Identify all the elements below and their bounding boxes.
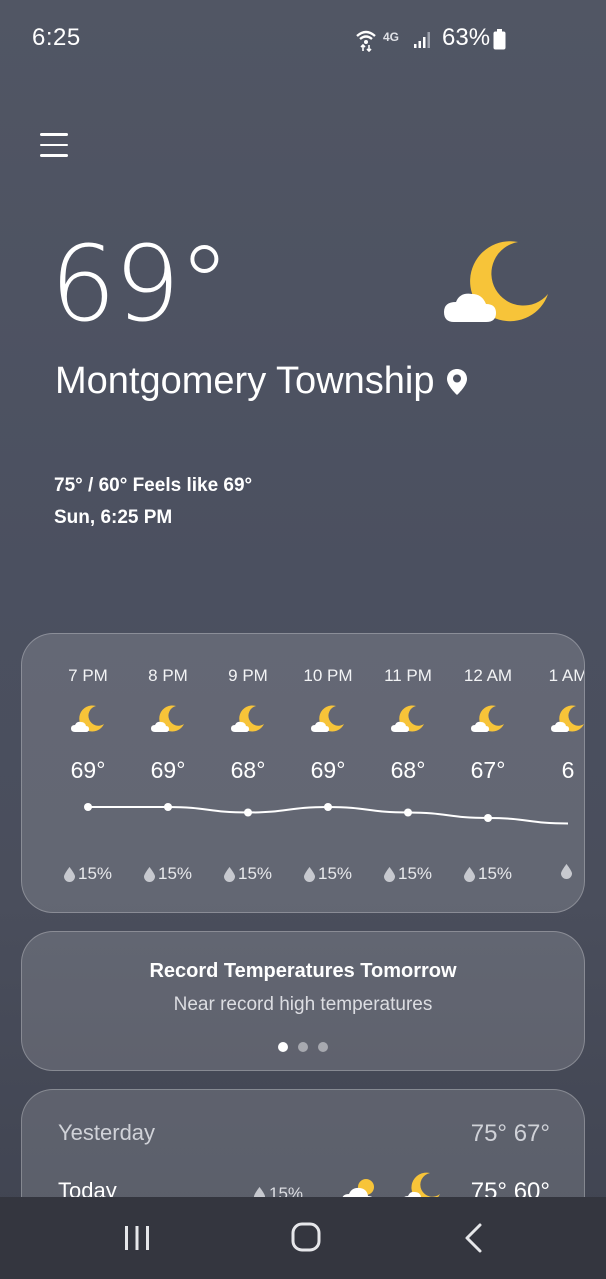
signal-icon bbox=[414, 32, 430, 48]
day-temps: 75° 67° bbox=[470, 1120, 550, 1147]
battery-icon bbox=[493, 29, 506, 50]
night-partly-cloudy-icon bbox=[391, 705, 424, 732]
status-time: 6:25 bbox=[32, 24, 81, 51]
page-dot-active bbox=[278, 1042, 288, 1052]
temperature-point bbox=[404, 808, 412, 817]
daily-row-yesterday[interactable]: Yesterday 75° 67° bbox=[22, 1120, 584, 1164]
network-4g-icon: 4G bbox=[383, 30, 400, 44]
raindrop-icon bbox=[143, 866, 155, 882]
hour-temp: 67° bbox=[470, 757, 506, 783]
hour-precip-value: 15% bbox=[157, 864, 193, 883]
hourly-forecast-card[interactable]: 7 PM 69° 15% 8 PM 69° 15% 9 PM 68° 15% 1… bbox=[21, 633, 585, 913]
status-bar: 6:25 4G 63% bbox=[0, 0, 606, 80]
hour-precip: 15% bbox=[48, 864, 128, 884]
hour-time: 11 PM bbox=[384, 666, 432, 685]
hour-temp: 69° bbox=[70, 757, 106, 783]
temperature-point bbox=[244, 808, 252, 817]
night-partly-cloudy-icon bbox=[551, 705, 584, 732]
system-navigation-bar bbox=[0, 1197, 606, 1279]
night-partly-cloudy-icon bbox=[444, 241, 548, 322]
temperature-point bbox=[324, 803, 332, 811]
hour-time: 12 AM bbox=[463, 666, 513, 685]
night-partly-cloudy-icon bbox=[71, 705, 104, 732]
raindrop-icon bbox=[383, 866, 395, 882]
wifi-icon bbox=[356, 30, 376, 52]
temperature-line bbox=[88, 805, 569, 825]
hour-temp: 69° bbox=[310, 757, 346, 783]
raindrop-icon bbox=[303, 866, 315, 882]
night-partly-cloudy-icon bbox=[471, 705, 504, 732]
page-dot bbox=[318, 1042, 328, 1052]
record-temperatures-card[interactable]: Record Temperatures Tomorrow Near record… bbox=[21, 931, 585, 1071]
hi-lo-feels-like: 75° / 60° Feels like 69° bbox=[54, 475, 253, 496]
hour-time: 10 PM bbox=[303, 666, 353, 685]
hour-precip: 15% bbox=[368, 864, 448, 884]
hour-precip-value: 15% bbox=[397, 864, 433, 883]
day-name: Yesterday bbox=[58, 1120, 156, 1145]
raindrop-icon bbox=[561, 864, 572, 879]
record-subtitle: Near record high temperatures bbox=[173, 994, 433, 1015]
back-icon[interactable] bbox=[462, 1222, 486, 1254]
temperature-point bbox=[84, 803, 92, 811]
recent-apps-icon[interactable] bbox=[122, 1223, 152, 1253]
location-pin-icon bbox=[447, 368, 468, 395]
location-row[interactable]: Montgomery Township bbox=[55, 360, 468, 403]
page-dot bbox=[298, 1042, 308, 1052]
current-temperature: 69° bbox=[50, 223, 230, 345]
current-summary: 75° / 60° Feels like 69° Sun, 6:25 PM bbox=[54, 470, 252, 534]
page-indicator bbox=[22, 1042, 584, 1052]
hour-precip bbox=[528, 864, 584, 879]
night-partly-cloudy-icon bbox=[151, 705, 184, 732]
hour-temp: 69° bbox=[150, 757, 186, 783]
hour-precip-value: 15% bbox=[317, 864, 353, 883]
hour-precip: 15% bbox=[128, 864, 208, 884]
hour-time: 8 PM bbox=[148, 666, 188, 685]
night-partly-cloudy-icon bbox=[231, 705, 264, 732]
home-icon[interactable] bbox=[290, 1221, 322, 1253]
record-title: Record Temperatures Tomorrow bbox=[149, 960, 457, 982]
temperature-point bbox=[484, 814, 492, 822]
temperature-point bbox=[164, 803, 172, 811]
raindrop-icon bbox=[223, 866, 235, 882]
hour-precip-value: 15% bbox=[237, 864, 273, 883]
hour-time: 9 PM bbox=[228, 666, 268, 685]
hour-precip: 15% bbox=[208, 864, 288, 884]
raindrop-icon bbox=[463, 866, 475, 882]
hour-precip: 15% bbox=[288, 864, 368, 884]
hour-precip-value: 15% bbox=[477, 864, 513, 883]
night-partly-cloudy-icon bbox=[311, 705, 344, 732]
hour-temp: 6 bbox=[561, 757, 575, 783]
hour-precip: 15% bbox=[448, 864, 528, 884]
location-name: Montgomery Township bbox=[55, 360, 435, 402]
current-datetime: Sun, 6:25 PM bbox=[54, 507, 173, 528]
menu-icon[interactable] bbox=[40, 133, 68, 159]
battery-percent: 63% bbox=[442, 24, 491, 51]
hour-time: 1 AM bbox=[548, 666, 585, 685]
raindrop-icon bbox=[63, 866, 75, 882]
hour-temp: 68° bbox=[230, 757, 266, 783]
hour-time: 7 PM bbox=[68, 666, 108, 685]
hour-precip-value: 15% bbox=[77, 864, 113, 883]
hour-temp: 68° bbox=[390, 757, 426, 783]
